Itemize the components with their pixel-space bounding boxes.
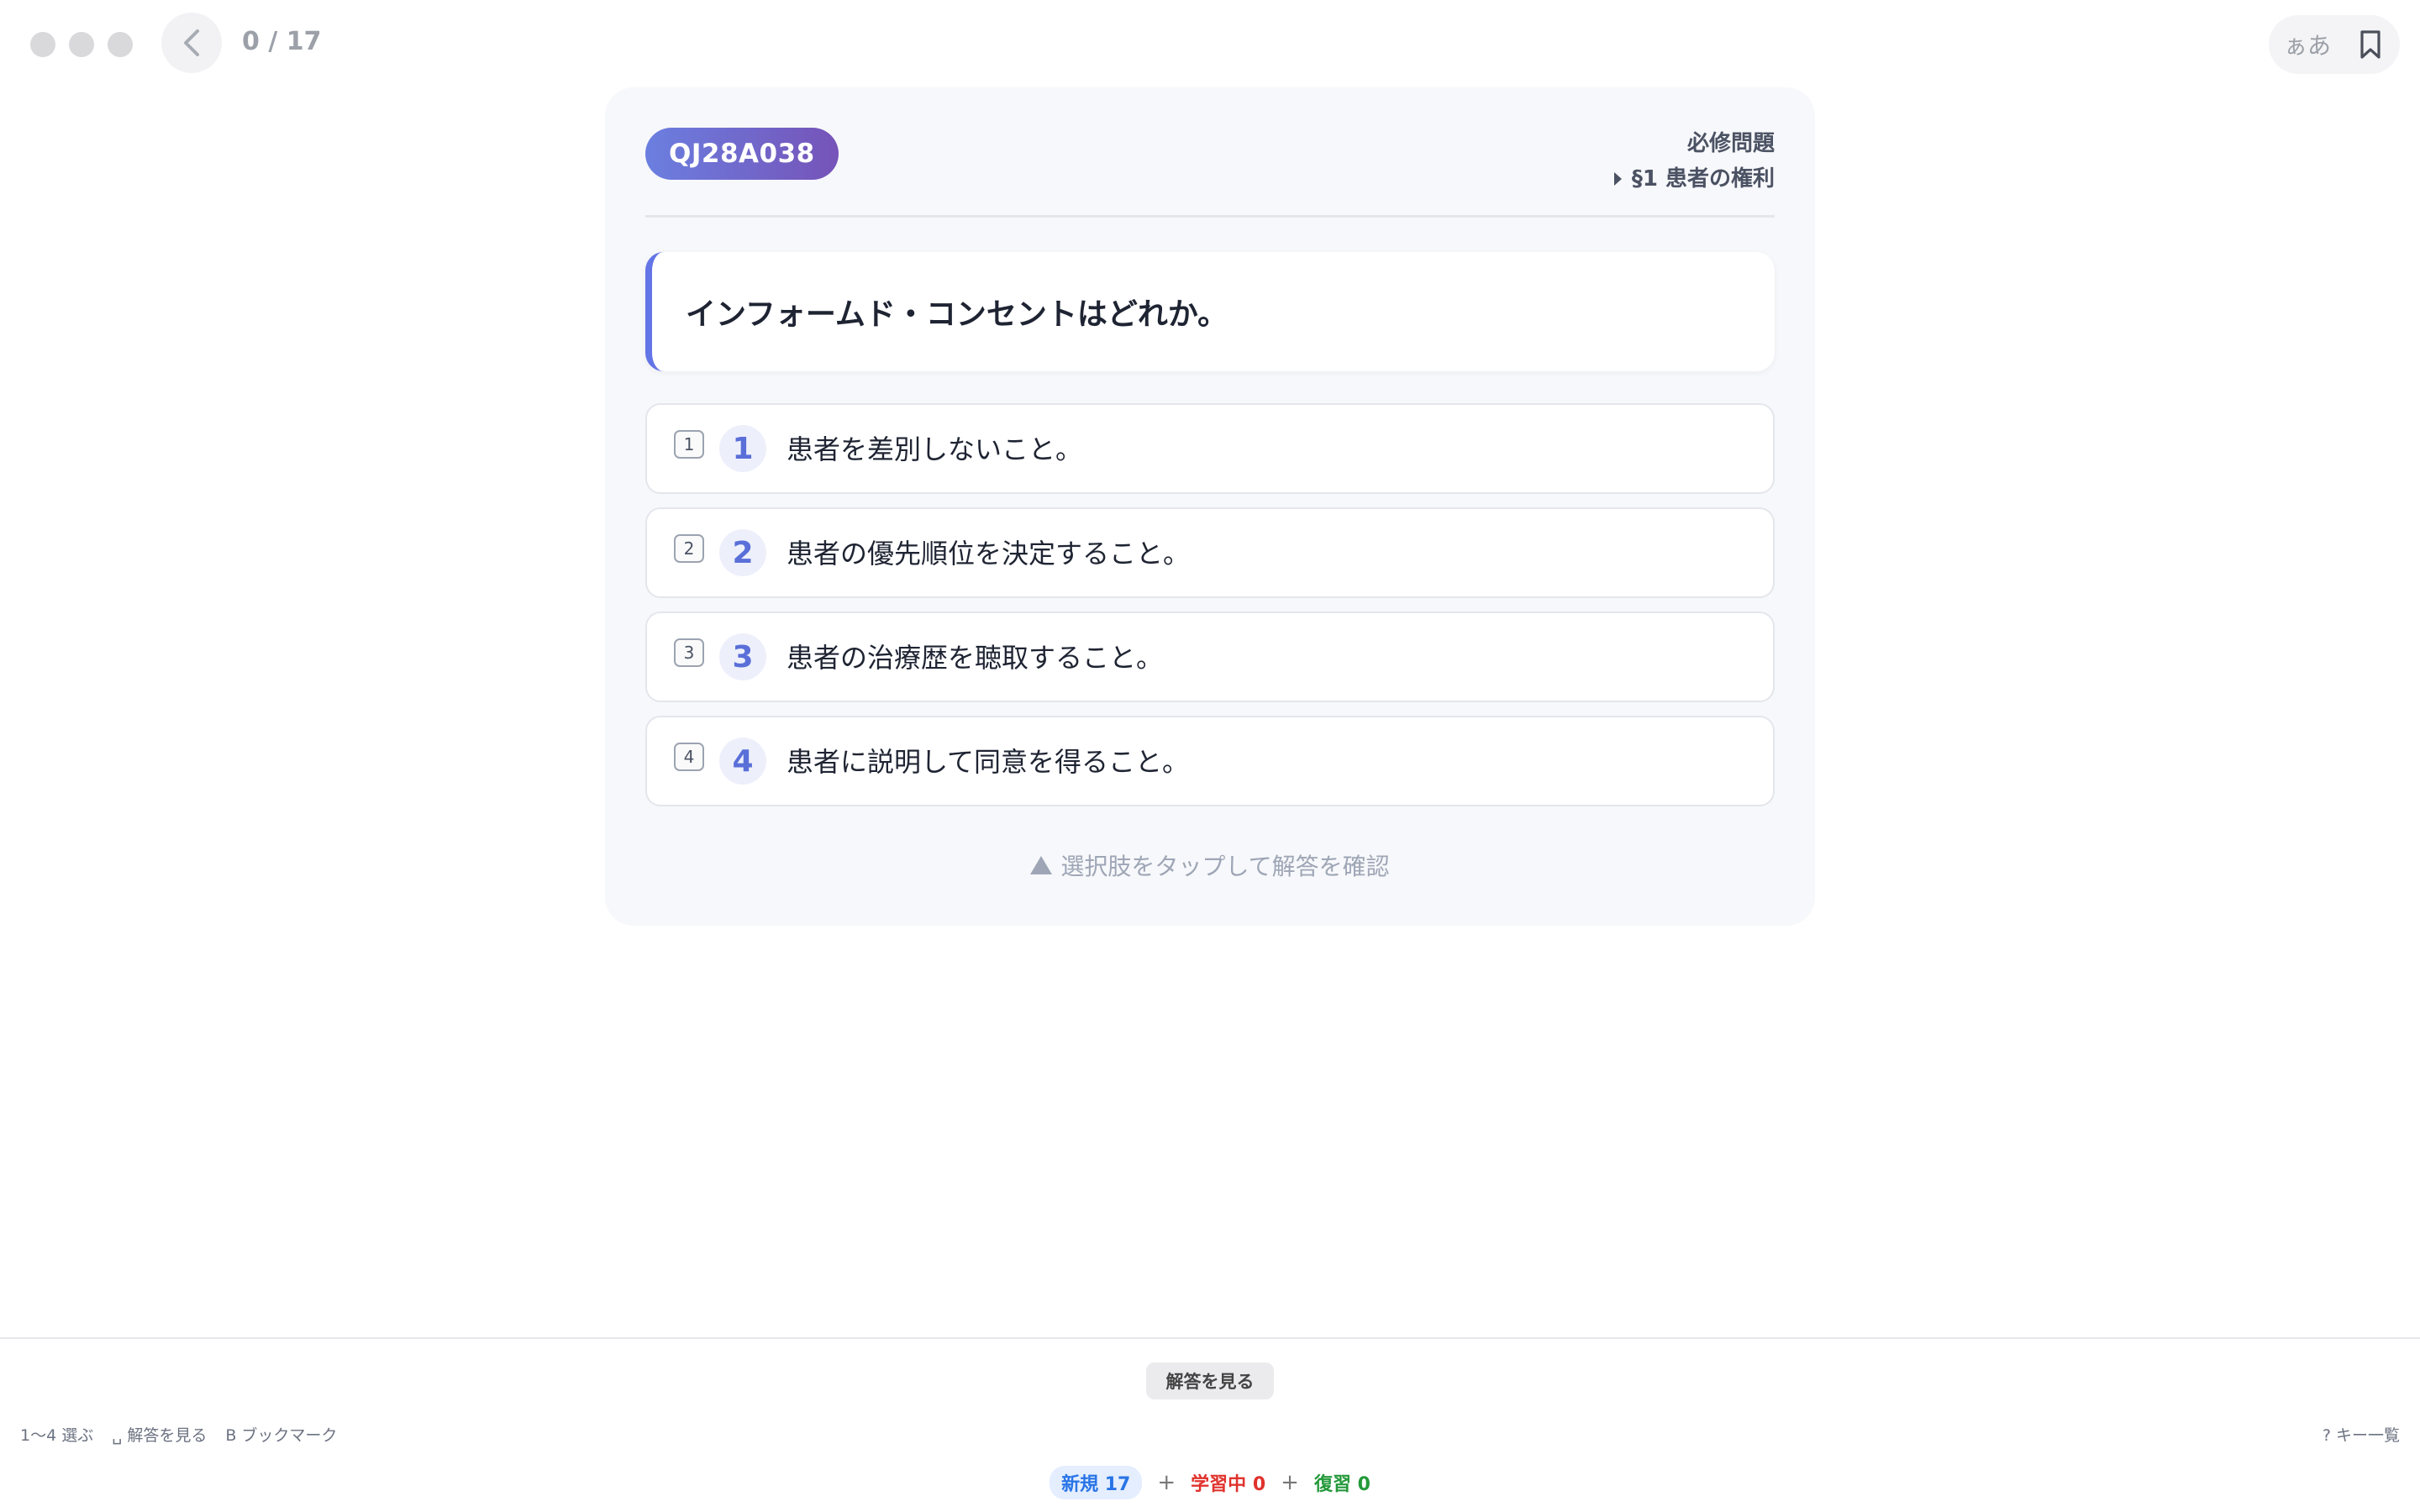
footer-divider — [0, 1337, 2420, 1339]
chevron-left-icon — [184, 29, 199, 56]
font-toggle-button[interactable]: ぁあ — [2284, 28, 2331, 61]
zoom-window-button[interactable] — [108, 32, 133, 57]
choice-key-hint: 3 — [674, 638, 704, 667]
choice-key-hint: 4 — [674, 743, 704, 771]
key-list-link[interactable]: ? キー一覧 — [2323, 1423, 2400, 1446]
choice-key-hint: 1 — [674, 430, 704, 459]
choice-number: 1 — [719, 425, 766, 472]
shortcut-show-answer: ␣ 解答を見る — [112, 1426, 208, 1445]
choice-2[interactable]: 2 2 患者の優先順位を決定すること。 — [645, 507, 1775, 598]
choice-text: 患者を差別しないこと。 — [786, 433, 1083, 465]
shortcut-select: 1〜4 選ぶ — [20, 1426, 94, 1445]
section-label: §1 患者の権利 — [1631, 166, 1775, 192]
close-window-button[interactable] — [30, 32, 55, 57]
plus-separator: + — [1157, 1470, 1176, 1495]
choice-3[interactable]: 3 3 患者の治療歴を聴取すること。 — [645, 612, 1775, 702]
study-stats: 新規 17 + 学習中 0 + 復習 0 — [0, 1466, 2420, 1499]
shortcut-bookmark: B ブックマーク — [225, 1426, 338, 1445]
category-info: 必修問題 §1 患者の権利 — [1613, 126, 1775, 197]
back-button[interactable] — [161, 13, 222, 73]
question-text: インフォームド・コンセントはどれか。 — [645, 252, 1775, 371]
show-answer-button[interactable]: 解答を見る — [1146, 1362, 1274, 1399]
choice-number: 4 — [719, 738, 766, 785]
top-right-controls: ぁあ — [2269, 15, 2400, 74]
category-label: 必修問題 — [1686, 131, 1775, 156]
choice-number: 2 — [719, 529, 766, 576]
review-count: 復習 0 — [1313, 1474, 1370, 1495]
tap-hint-text: 選択肢をタップして解答を確認 — [1060, 853, 1390, 880]
choice-key-hint: 2 — [674, 534, 704, 563]
question-card: QJ28A038 必修問題 §1 患者の権利 インフォームド・コンセントはどれか… — [605, 87, 1815, 926]
new-count-badge: 新規 17 — [1050, 1466, 1143, 1499]
progress-counter: 0 / 17 — [242, 27, 322, 56]
choice-number: 3 — [719, 633, 766, 680]
plus-separator: + — [1281, 1470, 1299, 1495]
section-toggle[interactable]: §1 患者の権利 — [1613, 161, 1775, 197]
choice-4[interactable]: 4 4 患者に説明して同意を得ること。 — [645, 716, 1775, 806]
learning-count: 学習中 0 — [1191, 1474, 1266, 1495]
up-triangle-icon — [1030, 856, 1053, 874]
choice-text: 患者の治療歴を聴取すること。 — [786, 642, 1164, 674]
shortcut-hints: 1〜4 選ぶ ␣ 解答を見る B ブックマーク — [20, 1423, 337, 1446]
minimize-window-button[interactable] — [69, 32, 94, 57]
window-controls — [30, 32, 133, 57]
disclosure-triangle-icon — [1613, 172, 1622, 186]
choice-1[interactable]: 1 1 患者を差別しないこと。 — [645, 403, 1775, 494]
choice-text: 患者に説明して同意を得ること。 — [786, 746, 1190, 778]
bookmark-icon[interactable] — [2360, 29, 2381, 60]
question-id-badge: QJ28A038 — [645, 128, 839, 180]
choice-text: 患者の優先順位を決定すること。 — [786, 538, 1191, 570]
header-divider — [645, 215, 1775, 218]
tap-hint: 選択肢をタップして解答を確認 — [605, 848, 1815, 882]
app-window: 0 / 17 ぁあ QJ28A038 必修問題 §1 患者の権利 インフォームド… — [0, 0, 2420, 1512]
